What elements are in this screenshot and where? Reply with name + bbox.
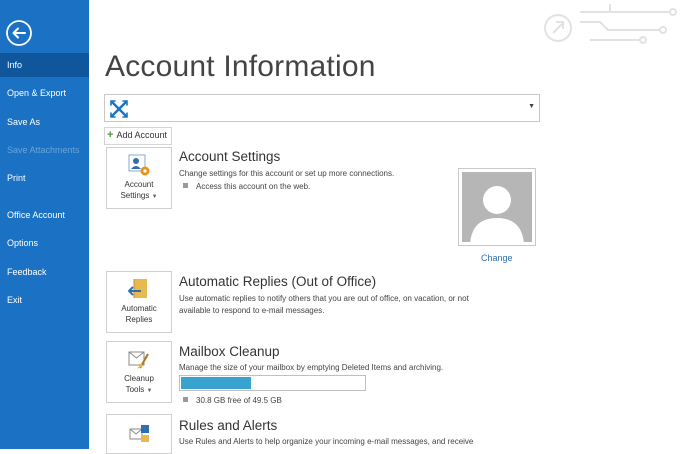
sidebar-item-feedback[interactable]: Feedback (0, 260, 89, 284)
account-settings-icon (128, 154, 150, 176)
add-account-button[interactable]: + Add Account (104, 127, 172, 145)
account-settings-description: Change settings for this account or set … (179, 169, 395, 178)
mailbox-cleanup-title: Mailbox Cleanup (179, 344, 280, 359)
backstage-sidebar: Info Open & Export Save As Save Attachme… (0, 0, 89, 449)
mailbox-usage-fill (181, 377, 251, 389)
mailbox-free-space: 30.8 GB free of 49.5 GB (196, 396, 282, 405)
automatic-replies-description-1: Use automatic replies to notify others t… (179, 294, 469, 303)
account-settings-tile-label-2: Settings (120, 191, 150, 200)
caret-down-icon: ▼ (151, 194, 158, 200)
automatic-replies-description-2: available to respond to e-mail messages. (179, 306, 325, 315)
circuit-decoration-icon (544, 4, 677, 44)
bullet-icon (183, 183, 188, 188)
caret-down-icon: ▼ (146, 388, 153, 394)
add-account-label: Add Account (116, 130, 167, 140)
rules-alerts-button[interactable] (106, 414, 172, 454)
web-access-text: Access this account on the web. (196, 182, 311, 191)
account-settings-title: Account Settings (179, 149, 281, 164)
sidebar-item-save-attachments: Save Attachments (7, 145, 80, 155)
cleanup-tools-tile-label-1: Cleanup (124, 374, 154, 383)
change-photo-link[interactable]: Change (481, 253, 513, 263)
mailbox-usage-bar (179, 375, 366, 391)
sidebar-item-info[interactable]: Info (0, 53, 89, 77)
person-silhouette-icon (470, 186, 524, 242)
automatic-replies-tile-label-2: Replies (125, 315, 153, 324)
account-settings-web-link[interactable]: Access this account on the web. (183, 182, 310, 191)
sidebar-item-print[interactable]: Print (0, 166, 89, 190)
mailbox-size-info: 30.8 GB free of 49.5 GB (183, 396, 282, 405)
rules-alerts-description: Use Rules and Alerts to help organize yo… (179, 437, 474, 446)
cleanup-tools-button[interactable]: Cleanup Tools ▼ (106, 341, 172, 403)
sidebar-item-exit[interactable]: Exit (0, 288, 89, 312)
mailbox-cleanup-description: Manage the size of your mailbox by empty… (179, 363, 444, 372)
rules-alerts-icon (129, 425, 149, 442)
plus-icon: + (107, 129, 114, 141)
account-settings-tile-label-1: Account (124, 180, 154, 189)
automatic-replies-icon (128, 279, 147, 298)
avatar (462, 172, 532, 242)
chevron-down-icon: ▼ (528, 103, 535, 110)
exchange-icon (110, 100, 128, 118)
sidebar-item-options[interactable]: Options (0, 231, 89, 255)
automatic-replies-button[interactable]: Automatic Replies (106, 271, 172, 333)
page-title: Account Information (105, 50, 376, 83)
account-settings-button[interactable]: Account Settings ▼ (106, 147, 172, 209)
profile-photo[interactable] (458, 168, 536, 246)
back-arrow-icon[interactable] (5, 19, 33, 47)
sidebar-item-office-account[interactable]: Office Account (0, 203, 89, 227)
sidebar-item-save-as[interactable]: Save As (0, 110, 89, 134)
account-info-panel: Account Information ▼ + Add Account Accou… (89, 0, 690, 454)
account-selector-dropdown[interactable]: ▼ (104, 94, 540, 122)
rules-alerts-title: Rules and Alerts (179, 418, 278, 433)
automatic-replies-title: Automatic Replies (Out of Office) (179, 274, 377, 289)
automatic-replies-tile-label-1: Automatic (121, 304, 157, 313)
cleanup-tools-icon (128, 351, 149, 369)
cleanup-tools-tile-label-2: Tools (125, 385, 145, 394)
sidebar-item-open-export[interactable]: Open & Export (0, 81, 89, 105)
bullet-icon (183, 397, 188, 402)
